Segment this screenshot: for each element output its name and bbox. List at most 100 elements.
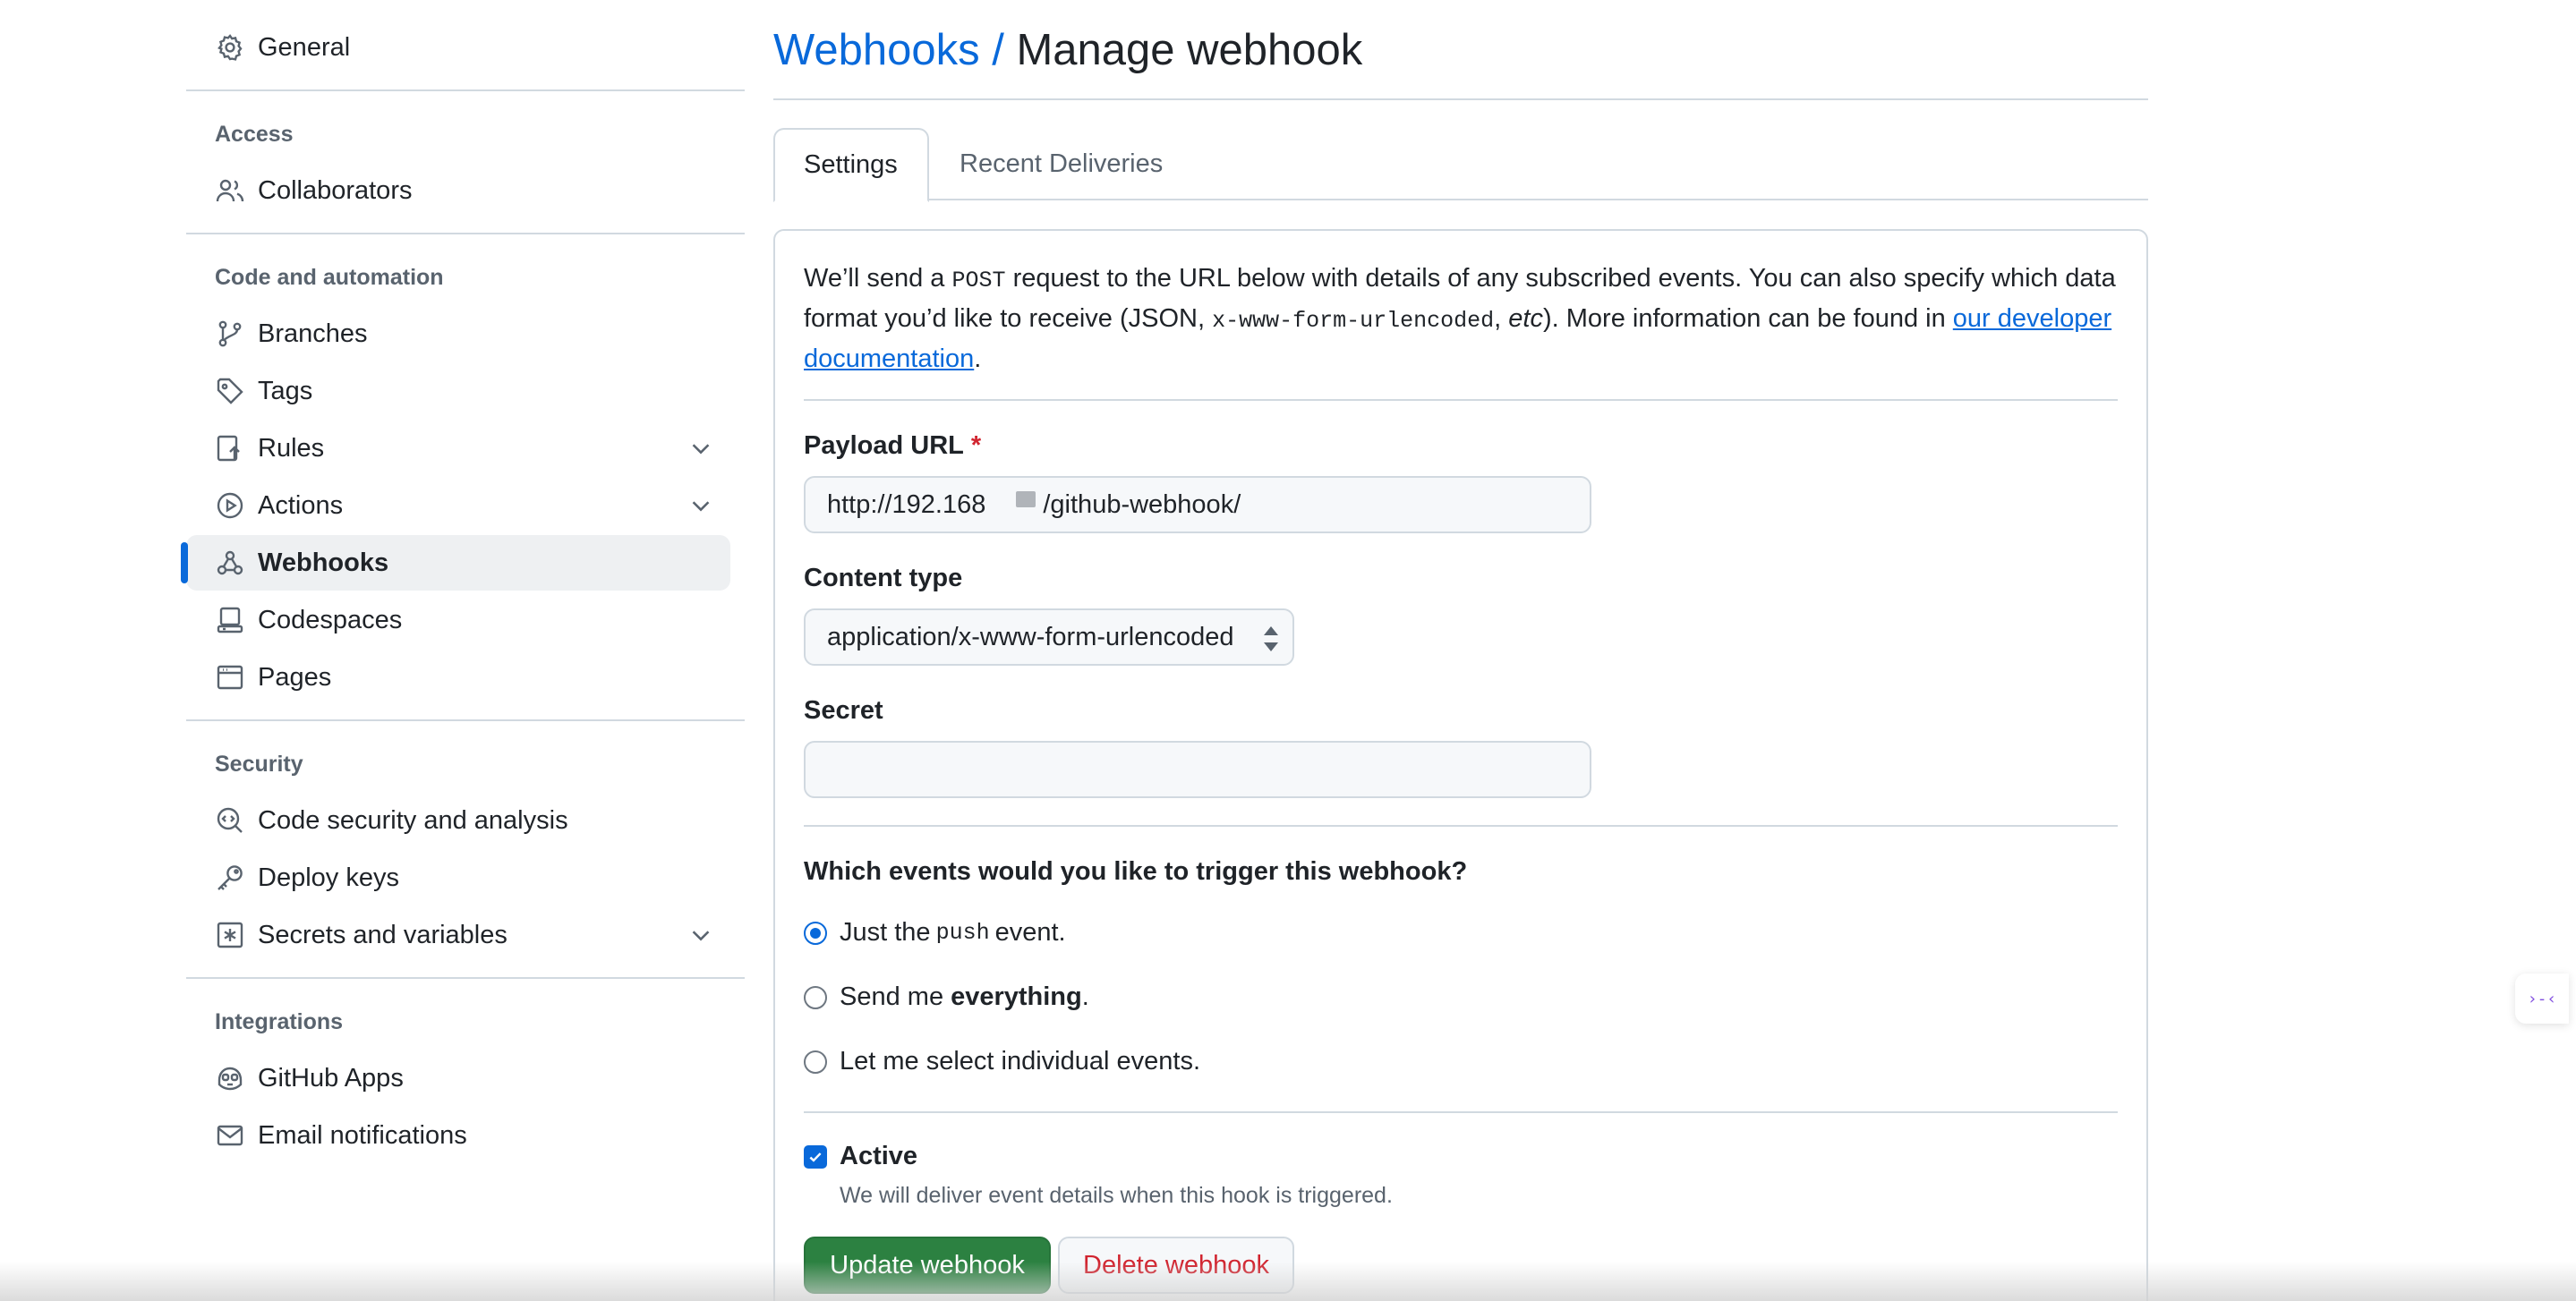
sidebar-item-label: Webhooks [258,548,389,577]
checkmark-icon [809,1152,822,1162]
radio-button[interactable] [804,1050,827,1074]
radio-individual-events[interactable]: Let me select individual events. [804,1047,1200,1076]
sidebar-divider [186,977,745,979]
section-divider [804,399,2118,401]
content-type-label: Content type [804,564,963,592]
radio-button-checked[interactable] [804,921,827,945]
sidebar-item-label: Code security and analysis [258,805,568,835]
intro-text-part: We’ll send a [804,264,952,293]
floating-helper-button[interactable]: ›-‹ [2515,974,2569,1024]
chevron-down-icon[interactable] [687,492,714,519]
sidebar-item-actions[interactable]: Actions [186,478,730,533]
select-arrows-icon [1264,626,1278,651]
tab-recent-deliveries[interactable]: Recent Deliveries [931,128,1191,200]
radio-push-event[interactable]: Just the push event. [804,918,1066,948]
radio-label-text: event. [994,918,1066,947]
rules-icon [215,433,245,463]
active-help-text: We will deliver event details when this … [840,1183,1393,1208]
tab-bar: Settings Recent Deliveries [773,128,2148,202]
sidebar-item-label: Tags [258,376,313,405]
breadcrumb-separator: / [979,26,1017,74]
sidebar-item-codespaces[interactable]: Codespaces [186,592,730,648]
active-checkbox[interactable] [804,1144,827,1169]
sidebar-item-label: General [258,32,351,62]
copilot-icon [215,1063,245,1093]
branch-icon [215,319,245,349]
post-code: POST [951,268,1006,293]
push-code: push [935,920,990,946]
secret-label: Secret [804,696,883,725]
intro-text-part: . [974,344,982,373]
intro-text-part: ). More information can be found in [1542,304,1953,333]
mail-icon [215,1120,245,1151]
radio-label-text: Just the [840,918,931,947]
radio-label-text: . [1081,982,1089,1011]
webhook-settings-panel: We’ll send a POST request to the URL bel… [773,229,2148,1301]
tab-settings[interactable]: Settings [773,128,929,202]
play-icon [215,490,245,521]
sidebar-item-label: Collaborators [258,175,413,205]
delete-webhook-button[interactable]: Delete webhook [1058,1237,1294,1294]
sidebar-item-collaborators[interactable]: Collaborators [186,163,730,218]
update-webhook-button[interactable]: Update webhook [804,1237,1051,1294]
payload-url-label-text: Payload URL [804,431,964,460]
payload-url-label: Payload URL * [804,431,981,461]
payload-url-input[interactable]: http://192.168/github-webhook/ [804,476,1591,533]
sidebar-item-deploy-keys[interactable]: Deploy keys [186,850,730,906]
sidebar-item-label: Branches [258,319,368,348]
breadcrumb-webhooks-link[interactable]: Webhooks [773,26,980,74]
active-label: Active [840,1142,918,1170]
content-type-value: application/x-www-form-urlencoded [827,622,1234,651]
browser-icon [215,662,245,693]
codespaces-icon [215,605,245,635]
sidebar-item-label: Actions [258,490,344,520]
codescan-icon [215,805,245,836]
radio-everything[interactable]: Send me everything. [804,982,1089,1012]
sidebar-item-tags[interactable]: Tags [186,363,730,419]
sidebar-item-label: Deploy keys [258,863,399,892]
sidebar-item-label: Secrets and variables [258,920,508,949]
sidebar-heading-access: Access [215,122,294,147]
radio-label-text: Let me select individual events. [840,1047,1200,1076]
section-divider [804,1111,2118,1113]
page-title-text: Manage webhook [1016,26,1363,74]
people-icon [215,175,245,206]
sidebar-item-pages[interactable]: Pages [186,650,730,705]
sidebar-item-label: Email notifications [258,1120,467,1150]
sidebar-item-general[interactable]: General [186,20,730,75]
sidebar-item-label: Rules [258,433,325,463]
sidebar-item-email-notifications[interactable]: Email notifications [186,1108,730,1163]
sidebar-item-code-security[interactable]: Code security and analysis [186,793,730,848]
title-divider [773,98,2148,100]
intro-text: We’ll send a POST request to the URL bel… [804,259,2118,378]
radio-button[interactable] [804,985,827,1009]
key-icon [215,863,245,893]
secret-input[interactable] [804,741,1591,798]
content-type-select[interactable]: application/x-www-form-urlencoded [804,608,1294,666]
radio-label-text: Send me [840,982,944,1011]
sidebar-item-branches[interactable]: Branches [186,306,730,361]
sidebar-item-label: Pages [258,662,332,692]
active-checkbox-row[interactable]: Active [804,1142,917,1171]
floating-helper-icon: ›-‹ [2527,989,2557,1008]
payload-url-value-start: http://192.168 [827,489,986,519]
page-title: Webhooks / Manage webhook [773,25,1362,75]
sidebar-divider [186,719,745,721]
sidebar-item-rules[interactable]: Rules [186,421,730,476]
payload-url-value-end: /github-webhook/ [1043,489,1241,519]
webhook-icon [215,548,245,578]
sidebar-item-github-apps[interactable]: GitHub Apps [186,1050,730,1106]
events-question: Which events would you like to trigger t… [804,857,1468,886]
section-divider [804,825,2118,827]
sidebar-item-secrets[interactable]: Secrets and variables [186,907,730,963]
intro-text-part: , [1494,304,1509,333]
redacted-segment [1016,491,1036,507]
sidebar-item-webhooks[interactable]: Webhooks [181,535,730,591]
chevron-down-icon[interactable] [687,435,714,462]
chevron-down-icon[interactable] [687,922,714,948]
required-marker: * [970,431,982,460]
sidebar-heading-integrations: Integrations [215,1009,344,1034]
sidebar-heading-security: Security [215,752,303,777]
gear-icon [215,32,245,63]
tag-icon [215,376,245,406]
